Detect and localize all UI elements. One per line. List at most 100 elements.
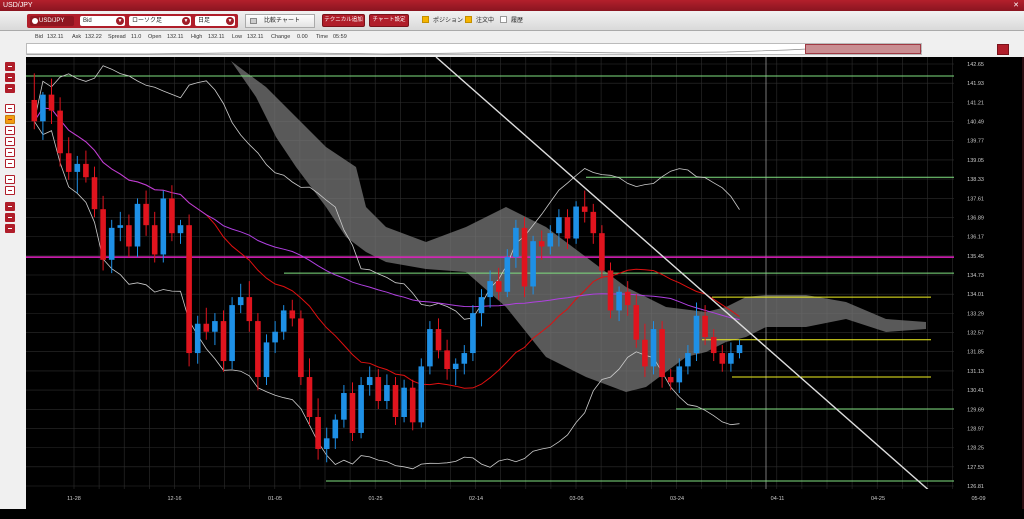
navigator-track[interactable]: [26, 43, 922, 55]
candle-up: [452, 363, 459, 370]
chart-type-dropdown[interactable]: ローソク足 ▼: [129, 16, 191, 26]
candle-down: [126, 225, 132, 247]
y-tick-label: 136.89: [967, 215, 984, 221]
text-tool-icon[interactable]: [5, 175, 15, 184]
candle-down: [564, 217, 571, 239]
candle-down: [444, 350, 450, 370]
zoom-tool-icon[interactable]: [5, 73, 15, 82]
y-tick-label: 138.33: [967, 177, 984, 183]
navigator-scroll-button[interactable]: [997, 44, 1009, 55]
vertical-line-tool-icon[interactable]: [5, 137, 15, 146]
pen-tool-icon[interactable]: [5, 115, 15, 124]
orders-checkbox[interactable]: 注文中: [465, 16, 494, 26]
y-tick-label: 136.17: [967, 235, 984, 241]
candle-up: [530, 241, 536, 287]
scroll-tool-icon[interactable]: [5, 84, 15, 93]
candle-down: [719, 353, 726, 364]
high-value: 132.11: [208, 34, 225, 40]
candle-down: [143, 203, 149, 226]
x-tick-label: 04-25: [871, 496, 885, 502]
candle-up: [693, 315, 700, 354]
chevron-down-icon: ▼: [226, 17, 234, 25]
price-chart[interactable]: 142.65 141.93 141.21 140.49 139.77 139.05 138.…: [26, 57, 1022, 509]
symbol-selector[interactable]: USD/JPY: [30, 16, 74, 26]
time-label: Time: [316, 34, 329, 40]
candle-up: [341, 393, 347, 420]
candle-up: [384, 385, 390, 402]
candle-up: [263, 342, 270, 378]
candle-down: [538, 241, 545, 247]
candle-down: [186, 225, 192, 354]
bid-value: 132.11: [47, 34, 64, 40]
fibonacci-tool-icon[interactable]: [5, 159, 15, 168]
channel-tool-icon[interactable]: [5, 148, 15, 157]
candle-down: [435, 329, 442, 351]
ask-value: 132.22: [85, 34, 102, 40]
candle-down: [624, 291, 631, 306]
candle-up: [401, 387, 407, 417]
cursor-tool-icon[interactable]: [5, 62, 15, 71]
horizontal-line-tool-icon[interactable]: [5, 126, 15, 135]
compare-chart-button[interactable]: 比較チャート: [245, 14, 315, 28]
navigator-bar: [0, 43, 1024, 57]
position-checkbox-label: ポジション: [433, 18, 464, 24]
candle-down: [246, 297, 253, 322]
change-value: 0.00: [297, 34, 308, 40]
candle-down: [667, 377, 674, 383]
chart-settings-label: チャート設定: [372, 17, 406, 23]
save-tool-icon[interactable]: [5, 213, 15, 222]
candle-up: [616, 291, 622, 311]
compare-icon: [250, 18, 257, 24]
y-tick-label: 130.41: [967, 388, 984, 394]
candle-down: [57, 110, 63, 154]
lock-tool-icon[interactable]: [5, 202, 15, 211]
symbol-label: USD/JPY: [39, 18, 65, 24]
candle-down: [91, 177, 98, 210]
history-checkbox[interactable]: 履歴: [500, 16, 523, 26]
candle-down: [65, 153, 72, 172]
position-checkbox[interactable]: ポジション: [422, 16, 463, 26]
y-tick-label: 127.53: [967, 465, 984, 471]
candle-down: [375, 377, 382, 402]
navigator-selection[interactable]: [805, 44, 921, 54]
candle-up: [323, 438, 330, 449]
candle-down: [710, 337, 717, 354]
x-tick-label: 03-24: [670, 496, 684, 502]
trendline-tool-icon[interactable]: [5, 104, 15, 113]
chart-canvas[interactable]: 142.65 141.93 141.21 140.49 139.77 139.05 138.…: [26, 57, 1022, 509]
candle-up: [358, 385, 364, 433]
candle-down: [48, 94, 55, 111]
high-label: High: [191, 34, 203, 40]
candle-up: [427, 329, 433, 367]
delete-tool-icon[interactable]: [5, 186, 15, 195]
candle-up: [229, 305, 235, 362]
y-tick-label: 128.97: [967, 426, 984, 432]
history-checkbox-label: 履歴: [511, 18, 524, 24]
candle-up: [366, 377, 373, 386]
settings-tool-icon[interactable]: [5, 224, 15, 233]
candle-up: [280, 310, 287, 332]
candle-up: [194, 323, 201, 354]
candle-down: [255, 321, 261, 378]
spread-value: 11.0: [131, 34, 142, 40]
x-tick-label: 02-14: [469, 496, 483, 502]
price-type-dropdown[interactable]: Bid ▼: [80, 16, 125, 26]
open-label: Open: [148, 34, 162, 40]
x-tick-label: 01-25: [368, 496, 382, 502]
ask-label: Ask: [72, 34, 82, 40]
add-technical-button[interactable]: テクニカル追加: [322, 14, 365, 27]
bollinger-upper: [33, 65, 740, 320]
y-tick-label: 142.65: [967, 62, 984, 68]
compare-chart-label: 比較チャート: [264, 18, 300, 24]
candle-up: [237, 297, 244, 306]
drawing-tools-panel: [0, 57, 26, 519]
chart-settings-button[interactable]: チャート設定: [369, 14, 409, 27]
candle-down: [289, 310, 296, 319]
candle-up: [556, 217, 562, 234]
period-dropdown[interactable]: 日足 ▼: [195, 16, 235, 26]
close-icon[interactable]: ✕: [1013, 0, 1019, 11]
candle-up: [177, 225, 184, 234]
checkbox-unchecked-icon: [500, 16, 507, 23]
bid-label: Bid: [35, 34, 43, 40]
checkbox-checked-icon: [422, 16, 429, 23]
